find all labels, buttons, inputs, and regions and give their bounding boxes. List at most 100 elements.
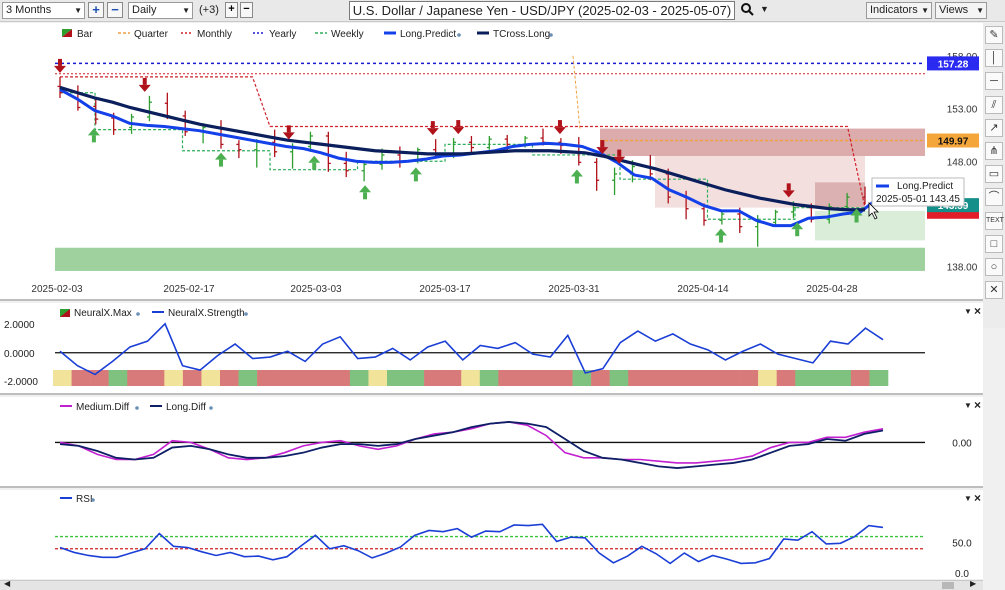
regime-cell (554, 370, 573, 386)
up-arrow-icon (219, 159, 223, 167)
regime-cell (405, 370, 425, 386)
tooltip-date: 2025-05-01 (876, 194, 928, 205)
legend-label: Long.Diff (166, 402, 206, 413)
regime-cell (201, 370, 221, 386)
regime-cell (869, 370, 889, 386)
legend-settings-dot (244, 312, 248, 316)
legend-settings-dot (549, 33, 553, 37)
scroll-left-icon[interactable]: ◀ (4, 579, 10, 588)
regime-cell (850, 370, 870, 386)
down-arrow-icon (553, 127, 566, 135)
regime-cell (683, 370, 703, 386)
panel-close-icon: × (974, 398, 981, 412)
scroll-right-icon[interactable]: ▶ (970, 579, 976, 588)
legend-label: Long.Predict (400, 29, 456, 40)
up-arrow-icon (363, 192, 368, 200)
down-arrow-icon (600, 140, 605, 148)
regime-cell (294, 370, 314, 386)
regime-cell (609, 370, 629, 386)
regime-cell (349, 370, 369, 386)
up-arrow-icon (714, 228, 727, 236)
channel-icon[interactable]: ⫽ (985, 95, 1003, 114)
regime-cell (739, 370, 759, 386)
up-arrow-icon (409, 167, 422, 175)
regime-cell (628, 370, 648, 386)
date-axis-tick: 2025-02-03 (31, 284, 83, 295)
down-arrow-icon (557, 120, 562, 128)
up-arrow-icon (413, 174, 418, 182)
chart-canvas: 138.00143.00148.00153.00158.00157.28149.… (0, 29, 983, 580)
legend-label: NeuralX.Max (74, 308, 132, 319)
regime-cell (442, 370, 462, 386)
up-arrow-icon (91, 135, 96, 143)
up-arrow-icon (359, 185, 372, 193)
legend-settings-dot (209, 406, 213, 410)
regime-cell (312, 370, 332, 386)
down-arrow-icon (54, 65, 66, 73)
up-arrow-icon (718, 235, 723, 243)
down-arrow-icon (286, 125, 291, 133)
horizontal-scrollbar[interactable]: ◀ ▶ (0, 579, 983, 590)
regime-cell (257, 370, 276, 386)
panel-menu-icon: ▼ (964, 307, 972, 316)
drawing-toolbar: ✎ │ ─ ⫽ ↗ ⋔ ▭ ⌒ TEXT □ ○ ✕ (983, 23, 1005, 328)
pitchfork-icon[interactable]: ⋔ (985, 142, 1003, 160)
quarter-transition-line (572, 55, 581, 130)
legend-settings-dot (136, 312, 140, 316)
date-axis-tick: 2025-03-17 (419, 284, 471, 295)
regime-cell (164, 370, 184, 386)
price-axis-tick: 153.00 (947, 105, 978, 116)
regime-cell (90, 370, 109, 386)
regime-cell (795, 370, 815, 386)
up-arrow-icon (574, 176, 579, 184)
legend-label: NeuralX.Strength (168, 308, 245, 319)
regime-cell (238, 370, 258, 386)
text-icon[interactable]: TEXT (985, 211, 1004, 230)
down-arrow-icon (456, 120, 461, 128)
quarter-price-tag-text: 149.97 (938, 136, 969, 147)
regime-cell (461, 370, 481, 386)
regime-cell (535, 370, 555, 386)
horizontal-line-icon[interactable]: ─ (985, 72, 1003, 91)
legend-label: Bar (77, 29, 93, 40)
neuralx-strength-line (59, 322, 884, 376)
tooltip-value: 143.45 (929, 194, 960, 205)
up-arrow-icon (312, 162, 317, 170)
diff-axis-tick: 0.00 (952, 438, 972, 449)
regime-cell (776, 370, 796, 386)
demand-zone (55, 247, 925, 271)
legend-label: Medium.Diff (76, 402, 129, 413)
legend-label: Weekly (331, 29, 364, 40)
regime-cell (108, 370, 128, 386)
neuralx-axis-tick: 0.0000 (4, 349, 35, 360)
legend-label: Quarter (134, 29, 169, 40)
up-arrow-icon (795, 229, 800, 237)
note-icon[interactable]: ▭ (985, 165, 1003, 184)
panel-close-icon: × (974, 491, 981, 505)
regime-cell (479, 370, 499, 386)
scroll-thumb[interactable] (942, 582, 954, 589)
arc-icon[interactable]: ⌒ (985, 188, 1003, 207)
vertical-line-icon[interactable]: │ (985, 49, 1003, 68)
rectangle-icon[interactable]: □ (985, 234, 1003, 253)
regime-cell (516, 370, 536, 386)
regime-cell (182, 370, 202, 386)
fibonacci-icon[interactable]: ↗ (985, 118, 1003, 137)
ellipse-icon[interactable]: ○ (985, 258, 1003, 276)
panel-menu-icon: ▼ (964, 401, 972, 410)
rsi-line (59, 523, 884, 565)
neuralx-axis-tick: 2.0000 (4, 320, 35, 331)
down-arrow-icon (138, 84, 151, 92)
rsi-axis-tick: 50.0 (952, 539, 972, 550)
regime-cell (424, 370, 443, 386)
down-arrow-icon (617, 149, 622, 157)
down-arrow-icon (430, 121, 435, 129)
date-axis-tick: 2025-04-28 (806, 284, 858, 295)
close-icon[interactable]: ✕ (985, 281, 1003, 300)
down-arrow-icon (452, 127, 465, 135)
down-arrow-icon (142, 77, 147, 85)
regime-cell (275, 370, 295, 386)
projection-zone-upper (815, 182, 865, 208)
date-axis-tick: 2025-03-03 (290, 284, 342, 295)
pencil-icon[interactable]: ✎ (985, 26, 1003, 44)
